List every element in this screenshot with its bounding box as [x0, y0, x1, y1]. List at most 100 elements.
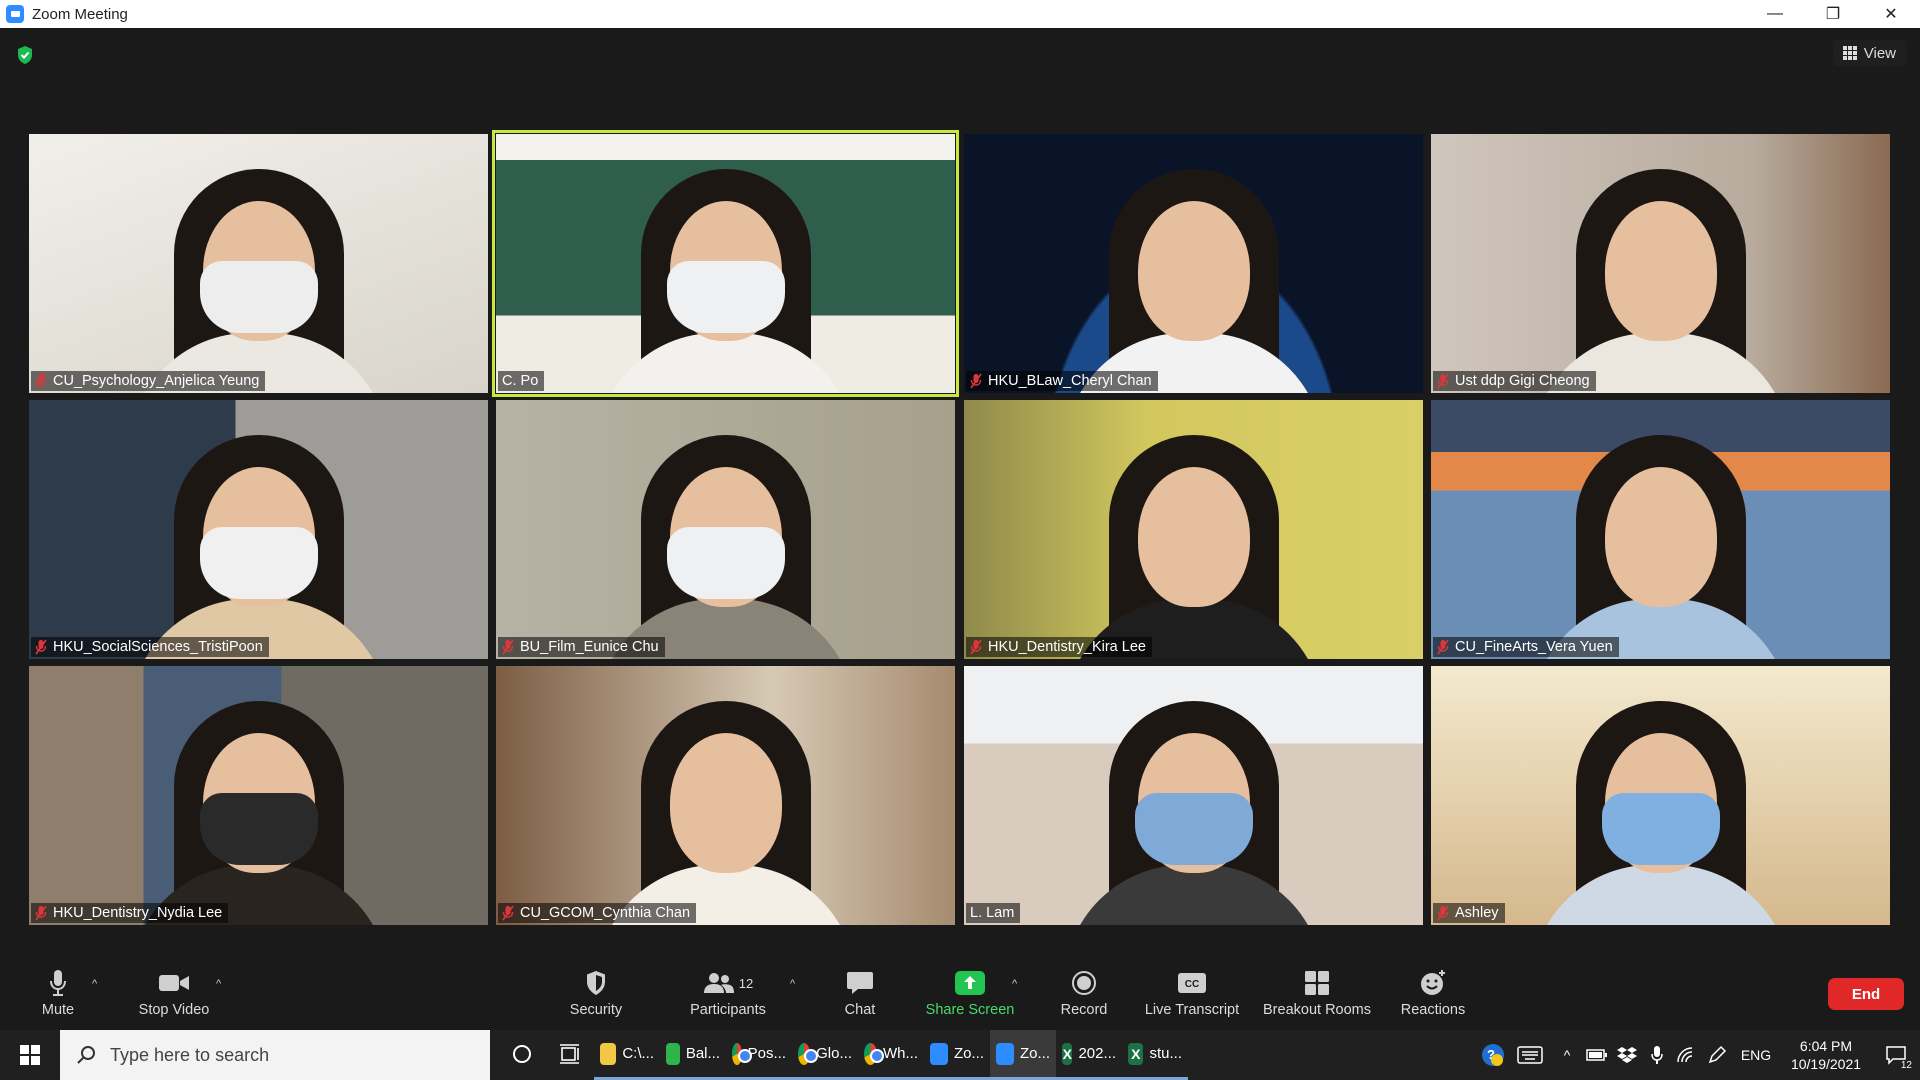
taskbar-app-button[interactable]: Xstu... — [1122, 1030, 1188, 1080]
video-tile[interactable]: CU_FineArts_Vera Yuen — [1431, 400, 1890, 659]
start-button[interactable] — [0, 1030, 60, 1080]
taskbar-app-label: Wh... — [882, 1045, 918, 1062]
share-options-caret-icon[interactable]: ^ — [1012, 978, 1022, 990]
participants-button[interactable]: 12 Participants — [686, 968, 770, 1026]
help-icon[interactable]: ? — [1478, 1030, 1508, 1080]
notification-center-button[interactable]: 12 — [1872, 1030, 1920, 1080]
taskbar-app-label: Bal... — [685, 1045, 720, 1062]
muted-microphone-icon — [35, 639, 47, 655]
video-tile[interactable]: HKU_Dentistry_Kira Lee — [964, 400, 1423, 659]
keyboard-icon[interactable] — [1508, 1030, 1552, 1080]
reactions-button[interactable]: Reactions — [1400, 968, 1466, 1026]
cortana-button[interactable] — [498, 1030, 546, 1080]
task-view-icon — [560, 1043, 579, 1064]
taskbar-app-label: 202... — [1078, 1045, 1116, 1062]
taskbar-search-box[interactable]: Type here to search — [60, 1030, 490, 1080]
taskbar-pinned: C:\... Bal... Pos... Glo... Wh... Zo... Zo... X… — [498, 1030, 1188, 1080]
breakout-rooms-button[interactable]: Breakout Rooms — [1260, 968, 1374, 1026]
task-view-button[interactable] — [546, 1030, 594, 1080]
participant-video-feed — [595, 675, 856, 925]
microphone-tray-icon[interactable] — [1642, 1030, 1672, 1080]
taskbar-app-button[interactable]: Zo... — [990, 1030, 1056, 1080]
participant-nametag: HKU_BLaw_Cheryl Chan — [966, 371, 1158, 391]
participant-nametag: CU_FineArts_Vera Yuen — [1433, 637, 1619, 657]
participant-nametag: HKU_SocialSciences_TristiPoon — [31, 637, 269, 657]
muted-microphone-icon — [1437, 373, 1449, 389]
taskbar-app-label: Zo... — [1019, 1045, 1050, 1062]
video-tile[interactable]: L. Lam — [964, 666, 1423, 925]
participants-options-caret-icon[interactable]: ^ — [790, 978, 800, 990]
taskbar-clock[interactable]: 6:04 PM 10/19/2021 — [1780, 1037, 1872, 1073]
muted-microphone-icon — [970, 373, 982, 389]
end-meeting-button[interactable]: End — [1828, 978, 1904, 1010]
taskbar-app-button[interactable]: Pos... — [726, 1030, 792, 1080]
cortana-circle-icon — [513, 1044, 531, 1063]
security-button[interactable]: Security — [566, 968, 626, 1026]
participant-name: Ust ddp Gigi Cheong — [1455, 373, 1590, 389]
participant-name: HKU_Dentistry_Kira Lee — [988, 639, 1146, 655]
taskbar-app-button[interactable]: Glo... — [792, 1030, 858, 1080]
zoom-icon — [996, 1042, 1014, 1065]
participant-video-feed — [595, 143, 856, 393]
chat-button[interactable]: Chat — [840, 968, 880, 1026]
notification-count: 12 — [1898, 1060, 1914, 1071]
microphone-icon — [50, 970, 66, 996]
mute-button[interactable]: Mute — [36, 968, 80, 1026]
windows-logo-icon — [20, 1045, 40, 1065]
video-tile[interactable]: CU_Psychology_Anjelica Yeung — [29, 134, 488, 393]
video-tile[interactable]: C. Po — [492, 130, 959, 397]
dropbox-icon[interactable] — [1612, 1030, 1642, 1080]
video-tile[interactable]: HKU_SocialSciences_TristiPoon — [29, 400, 488, 659]
record-icon — [1072, 971, 1096, 995]
taskbar-app-button[interactable]: X 202... — [1056, 1030, 1122, 1080]
shield-check-icon[interactable] — [16, 45, 34, 65]
video-tile[interactable]: HKU_Dentistry_Nydia Lee — [29, 666, 488, 925]
minimize-button[interactable]: — — [1746, 0, 1804, 28]
participant-nametag: L. Lam — [966, 903, 1021, 923]
search-placeholder: Type here to search — [110, 1044, 270, 1065]
search-icon — [77, 1046, 95, 1064]
zoom-icon — [930, 1042, 948, 1065]
video-options-caret-icon[interactable]: ^ — [216, 978, 226, 990]
pen-icon[interactable] — [1702, 1030, 1732, 1080]
record-label: Record — [1060, 1002, 1108, 1018]
live-transcript-button[interactable]: CC Live Transcript — [1142, 968, 1242, 1026]
muted-microphone-icon — [1437, 905, 1449, 921]
participant-nametag: HKU_Dentistry_Kira Lee — [966, 637, 1152, 657]
taskbar-app-button[interactable]: Zo... — [924, 1030, 990, 1080]
video-tile[interactable]: Ust ddp Gigi Cheong — [1431, 134, 1890, 393]
restore-button[interactable]: ❐ — [1804, 0, 1862, 28]
taskbar-app-button[interactable]: Wh... — [858, 1030, 924, 1080]
participants-label: Participants — [690, 1002, 766, 1018]
view-button[interactable]: View — [1832, 40, 1906, 66]
taskbar-app-label: Zo... — [953, 1045, 984, 1062]
folder-icon — [600, 1042, 617, 1065]
participant-video-feed — [1530, 409, 1791, 659]
chrome-icon — [732, 1042, 752, 1065]
language-indicator[interactable]: ENG — [1732, 1030, 1780, 1080]
stop-video-button[interactable]: Stop Video — [134, 968, 214, 1026]
taskbar-app-button[interactable]: C:\... — [594, 1030, 660, 1080]
reactions-label: Reactions — [1400, 1002, 1466, 1018]
participant-nametag: Ashley — [1433, 903, 1505, 923]
video-tile[interactable]: BU_Film_Eunice Chu — [496, 400, 955, 659]
share-screen-button[interactable]: Share Screen — [924, 968, 1016, 1026]
participant-nametag: HKU_Dentistry_Nydia Lee — [31, 903, 229, 923]
participant-name: HKU_Dentistry_Nydia Lee — [53, 905, 223, 921]
video-tile[interactable]: Ashley — [1431, 666, 1890, 925]
wifi-icon[interactable] — [1672, 1030, 1702, 1080]
record-button[interactable]: Record — [1056, 968, 1112, 1026]
participant-name: CU_FineArts_Vera Yuen — [1455, 639, 1613, 655]
window-controls: — ❐ ✕ — [1746, 0, 1920, 28]
muted-microphone-icon — [970, 639, 982, 655]
participant-video-feed — [1063, 143, 1324, 393]
show-hidden-icons-chevron-icon[interactable]: ^ — [1552, 1030, 1582, 1080]
audio-options-caret-icon[interactable]: ^ — [92, 978, 102, 990]
battery-icon[interactable] — [1582, 1030, 1612, 1080]
video-tile[interactable]: CU_GCOM_Cynthia Chan — [496, 666, 955, 925]
close-button[interactable]: ✕ — [1862, 0, 1920, 28]
participant-video-feed — [1063, 409, 1324, 659]
taskbar-app-button[interactable]: Bal... — [660, 1030, 726, 1080]
muted-microphone-icon — [1437, 639, 1449, 655]
video-tile[interactable]: HKU_BLaw_Cheryl Chan — [964, 134, 1423, 393]
